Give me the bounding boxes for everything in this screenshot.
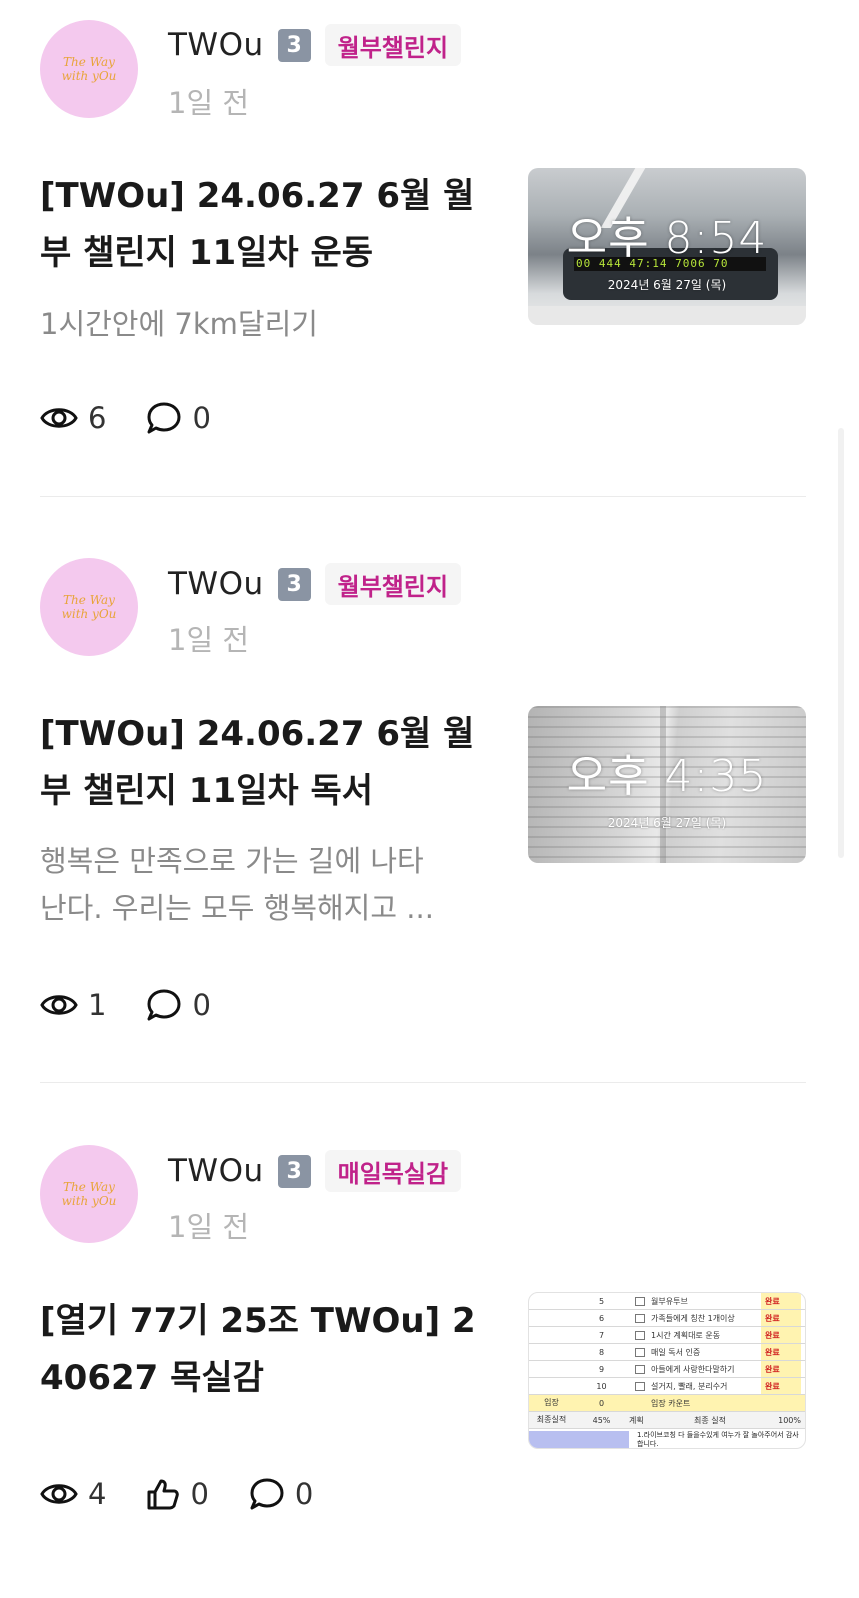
sheet-row: 5 월부유투브 완료 bbox=[529, 1293, 805, 1310]
sheet-row: 6 가족들에게 칭찬 1개이상 완료 bbox=[529, 1310, 805, 1327]
views-count: 4 bbox=[88, 1477, 107, 1511]
sheet-note: 1.라이브코칭 다 들을수있게 여누가 잘 놀아주어서 감사합니다. bbox=[637, 1431, 799, 1448]
post-time: 1일 전 bbox=[168, 1210, 250, 1244]
avatar[interactable]: The Way with yOu bbox=[40, 1145, 138, 1243]
post-feed: The Way with yOu TWOu 3 월부챌린지 1일 전 [TWOu… bbox=[0, 0, 859, 1511]
author-row: TWOu 3 매일목실감 bbox=[168, 1148, 462, 1194]
post-thumbnail[interactable]: 5 월부유투브 완료 6 가족들에게 칭찬 1개이상 완료 7 1시간 계획대로 운동 완료… bbox=[528, 1292, 806, 1449]
likes-count: 0 bbox=[190, 1477, 209, 1511]
comments-count: 0 bbox=[294, 1477, 314, 1511]
post-stats: 4 0 0 bbox=[40, 1474, 353, 1514]
sheet-row: 9 아들에게 사랑한다말하기 완료 bbox=[529, 1361, 805, 1378]
comments-stat[interactable]: 0 bbox=[249, 1477, 313, 1511]
post-card[interactable]: The Way with yOu TWOu 3 매일목실감 1일 전 [열기 7… bbox=[0, 0, 859, 1598]
sheet-highlight bbox=[529, 1431, 629, 1448]
sheet-row: 8 매일 독서 인증 완료 bbox=[529, 1344, 805, 1361]
sheet-row: 10 설거지, 빨래, 분리수거 완료 bbox=[529, 1378, 805, 1395]
eye-icon bbox=[40, 1484, 78, 1504]
thumbs-up-icon bbox=[147, 1479, 180, 1510]
post-title[interactable]: [열기 77기 25조 TWOu] 2 40627 목실감 bbox=[40, 1293, 490, 1407]
category-tag[interactable]: 매일목실감 bbox=[324, 1150, 462, 1192]
scrollbar[interactable] bbox=[838, 428, 844, 858]
author-name[interactable]: TWOu bbox=[168, 1153, 264, 1189]
spreadsheet: 5 월부유투브 완료 6 가족들에게 칭찬 1개이상 완료 7 1시간 계획대로 운동 완료… bbox=[529, 1293, 805, 1429]
sheet-summary-row: 입장 0 입장 카운트 bbox=[529, 1395, 805, 1412]
likes-stat[interactable]: 0 bbox=[146, 1477, 209, 1511]
sheet-row: 7 1시간 계획대로 운동 완료 bbox=[529, 1327, 805, 1344]
avatar-logo-text: The Way with yOu bbox=[61, 1180, 117, 1208]
level-badge: 3 bbox=[277, 1154, 311, 1188]
comment-bubble-icon bbox=[250, 1478, 284, 1510]
sheet-summary-row: 최종실적 45% 계획 최종 실적 100% bbox=[529, 1412, 805, 1429]
views-stat: 4 bbox=[40, 1477, 106, 1511]
